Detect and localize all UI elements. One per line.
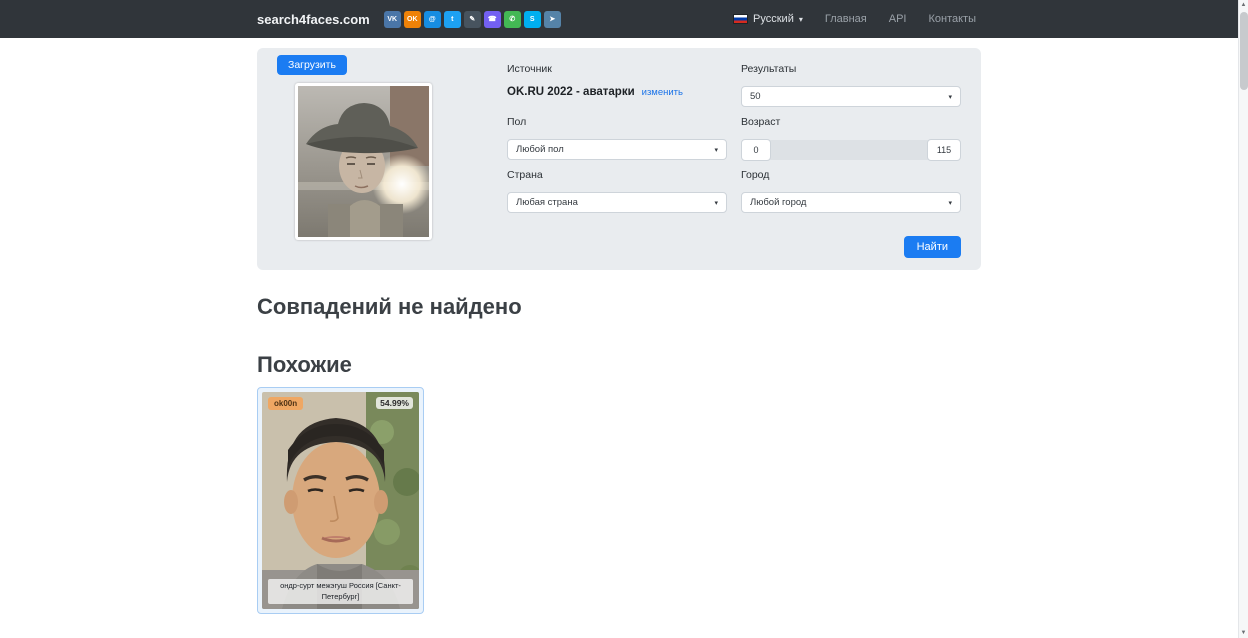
russian-flag-icon [733,14,748,24]
age-label: Возраст [741,116,961,128]
results-select[interactable]: 50 ▾ [741,86,961,107]
uploaded-photo [295,83,432,240]
scroll-up-arrow[interactable]: ▲ [1241,0,1247,10]
result-caption: ондр-сурт межэгуш Россия [Санкт-Петербур… [268,579,413,604]
country-label: Страна [507,169,727,181]
chevron-down-icon: ▾ [799,15,803,24]
no-matches-heading: Совпадений не найдено [257,294,981,320]
gender-select-value: Любой пол [516,144,564,155]
nav-link-contacts[interactable]: Контакты [928,13,976,25]
scrollbar[interactable]: ▲ ▼ [1238,0,1248,638]
result-photo [262,392,419,609]
vk-icon-glyph: VK [387,16,397,23]
viber-icon[interactable]: ☎ [484,11,501,28]
source-label: Источник [507,63,727,75]
scrollbar-thumb[interactable] [1240,12,1248,90]
chevron-down-icon: ▾ [948,93,952,101]
results-label: Результаты [741,63,961,75]
odnoklassniki-icon-glyph: OK [407,16,418,23]
city-label: Город [741,169,961,181]
social-icons: VK OK @ t ✎ ☎ ✆ S ➤ [384,11,561,28]
skype-icon[interactable]: S [524,11,541,28]
age-range [741,139,961,161]
telegram-icon-glyph: ➤ [549,15,555,23]
scroll-down-arrow[interactable]: ▼ [1241,628,1247,638]
main-content: Загрузить [257,38,981,614]
age-slider-track[interactable] [768,140,930,160]
viber-icon-glyph: ☎ [488,15,497,23]
telegram-icon[interactable]: ➤ [544,11,561,28]
chevron-down-icon: ▾ [714,146,718,154]
language-label: Русский [753,13,794,25]
city-select[interactable]: Любой город ▾ [741,192,961,213]
twitter-icon-glyph: t [451,16,453,23]
similar-heading: Похожие [257,352,981,378]
navbar: search4faces.com VK OK @ t ✎ ☎ ✆ S ➤ Рус… [0,0,1248,38]
mailru-icon[interactable]: @ [424,11,441,28]
city-select-value: Любой город [750,197,806,208]
source-badge: ok00n [268,397,303,410]
brand-logo[interactable]: search4faces.com [257,12,370,27]
whatsapp-icon-glyph: ✆ [509,15,515,23]
vk-icon[interactable]: VK [384,11,401,28]
twitter-icon[interactable]: t [444,11,461,28]
nav-link-home[interactable]: Главная [825,13,867,25]
result-card[interactable]: ok00n 54.99% ондр-сурт межэгуш Россия [С… [257,387,424,614]
whatsapp-icon[interactable]: ✆ [504,11,521,28]
nav-link-api[interactable]: API [889,13,907,25]
search-button[interactable]: Найти [904,236,961,258]
match-percentage: 54.99% [376,397,413,409]
gender-label: Пол [507,116,727,128]
age-max-input[interactable] [927,139,961,161]
change-source-link[interactable]: изменить [642,87,683,98]
upload-button[interactable]: Загрузить [277,55,347,75]
source-value: OK.RU 2022 - аватарки [507,86,635,98]
chevron-down-icon: ▾ [714,199,718,207]
uploaded-photo-image [298,86,429,237]
chevron-down-icon: ▾ [948,199,952,207]
language-selector[interactable]: Русский ▾ [733,13,803,25]
age-min-input[interactable] [741,139,771,161]
mailru-icon-glyph: @ [429,16,436,23]
search-form-panel: Загрузить [257,48,981,270]
odnoklassniki-icon[interactable]: OK [404,11,421,28]
results-select-value: 50 [750,91,761,102]
skype-icon-glyph: S [530,16,535,23]
pencil-icon[interactable]: ✎ [464,11,481,28]
pencil-icon-glyph: ✎ [469,15,475,23]
gender-select[interactable]: Любой пол ▾ [507,139,727,160]
country-select-value: Любая страна [516,197,578,208]
country-select[interactable]: Любая страна ▾ [507,192,727,213]
